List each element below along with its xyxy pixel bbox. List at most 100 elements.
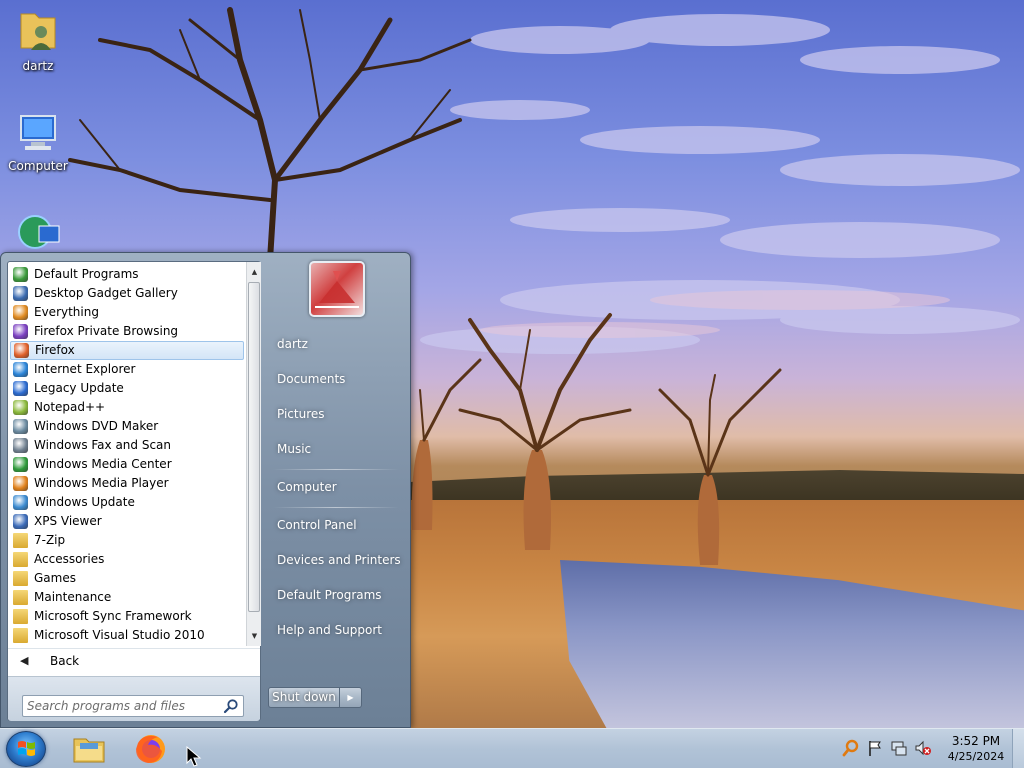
program-item[interactable]: Desktop Gadget Gallery — [8, 284, 246, 303]
program-item[interactable]: Microsoft Visual Studio 2010 — [8, 626, 246, 645]
user-account-picture[interactable] — [309, 261, 365, 317]
start-button[interactable] — [6, 731, 46, 767]
program-item[interactable]: Default Programs — [8, 265, 246, 284]
back-button[interactable]: ◀ Back — [8, 648, 260, 674]
program-item[interactable]: 7-Zip — [8, 531, 246, 550]
program-item[interactable]: Windows DVD Maker — [8, 417, 246, 436]
menu-separator — [273, 469, 399, 470]
program-item-label: Windows DVD Maker — [34, 419, 159, 433]
media-center-icon — [13, 457, 28, 472]
program-item-label: Games — [34, 571, 76, 585]
start-link-item[interactable]: Computer — [269, 474, 403, 500]
program-item-label: Microsoft Sync Framework — [34, 609, 192, 623]
internet-explorer-icon — [13, 362, 28, 377]
program-item[interactable]: Firefox Private Browsing — [8, 322, 246, 341]
menu-separator — [273, 507, 399, 508]
program-item-label: Windows Media Center — [34, 457, 172, 471]
start-link-item[interactable]: Music — [269, 436, 403, 462]
program-item-label: Internet Explorer — [34, 362, 136, 376]
scroll-down-arrow[interactable]: ▼ — [247, 628, 262, 644]
program-item-label: Notepad++ — [34, 400, 106, 414]
program-item-label: 7-Zip — [34, 533, 66, 547]
program-item-label: Microsoft Visual Studio 2010 — [34, 628, 205, 642]
folder-icon — [13, 609, 28, 624]
everything-search-tray-icon[interactable] — [842, 739, 860, 757]
search-area — [8, 676, 260, 721]
program-item[interactable]: Everything — [8, 303, 246, 322]
start-link-item[interactable]: Devices and Printers — [269, 547, 403, 573]
program-list-pane: Default Programs Desktop Gadget Gallery Ev… — [7, 261, 261, 721]
gadget-gallery-icon — [13, 286, 28, 301]
network-icon — [18, 215, 60, 249]
search-box[interactable] — [22, 695, 244, 717]
program-item[interactable]: Microsoft Sync Framework — [8, 607, 246, 626]
program-item[interactable]: Windows Media Center — [8, 455, 246, 474]
program-item-label: Firefox — [35, 343, 75, 357]
program-item[interactable]: Internet Explorer — [8, 360, 246, 379]
program-item[interactable]: Windows Update — [8, 493, 246, 512]
program-item-label: Maintenance — [34, 590, 112, 604]
program-item[interactable]: Games — [8, 569, 246, 588]
desktop-icon-network[interactable] — [0, 212, 76, 257]
dvd-maker-icon — [13, 419, 28, 434]
clock-time[interactable]: 3:52 PM — [948, 734, 1004, 748]
program-list-scrollbar[interactable]: ▲ ▼ — [246, 262, 261, 646]
program-item-label: Firefox Private Browsing — [34, 324, 179, 338]
start-link-item[interactable]: Default Programs — [269, 582, 403, 608]
mouse-cursor-icon — [186, 746, 202, 767]
start-link-item[interactable]: Pictures — [269, 401, 403, 427]
program-list: Default Programs Desktop Gadget Gallery Ev… — [8, 262, 246, 646]
desktop-icon-label: Computer — [8, 159, 68, 173]
windows-update-icon — [13, 495, 28, 510]
folder-icon — [13, 533, 28, 548]
start-link-item[interactable]: Documents — [269, 366, 403, 392]
program-item-label: Default Programs — [34, 267, 139, 281]
program-item[interactable]: Firefox — [10, 341, 244, 360]
program-item[interactable]: Maintenance — [8, 588, 246, 607]
folder-icon — [13, 552, 28, 567]
program-item-label: Legacy Update — [34, 381, 124, 395]
program-item-label: Desktop Gadget Gallery — [34, 286, 178, 300]
action-center-flag-icon[interactable] — [866, 739, 884, 757]
program-item[interactable]: Windows Fax and Scan — [8, 436, 246, 455]
program-item-label: XPS Viewer — [34, 514, 102, 528]
xps-viewer-icon — [13, 514, 28, 529]
legacy-update-icon — [13, 381, 28, 396]
file-explorer-icon — [73, 738, 105, 763]
shutdown-options-arrow[interactable]: ▶ — [340, 687, 362, 708]
user-folder-icon — [20, 13, 56, 50]
fax-scan-icon — [13, 438, 28, 453]
search-input[interactable] — [27, 698, 217, 714]
program-item[interactable]: Accessories — [8, 550, 246, 569]
taskbar: 3:52 PM 4/25/2024 — [0, 728, 1024, 768]
volume-muted-icon[interactable] — [914, 739, 932, 757]
show-desktop-button[interactable] — [1012, 729, 1024, 768]
program-item[interactable]: Notepad++ — [8, 398, 246, 417]
start-link-item[interactable]: Control Panel — [269, 512, 403, 538]
desktop-icon-computer[interactable]: Computer — [0, 112, 76, 173]
folder-icon — [13, 571, 28, 586]
scroll-up-arrow[interactable]: ▲ — [247, 264, 262, 280]
firefox-icon — [136, 735, 165, 763]
scroll-thumb[interactable] — [248, 282, 260, 612]
taskbar-firefox[interactable] — [124, 731, 178, 767]
shutdown-button[interactable]: Shut down — [268, 687, 340, 708]
default-programs-icon — [13, 267, 28, 282]
taskbar-file-explorer[interactable] — [62, 731, 116, 767]
program-item-label: Accessories — [34, 552, 105, 566]
search-icon[interactable] — [223, 698, 239, 714]
windows-logo-icon — [18, 741, 35, 756]
program-item[interactable]: Legacy Update — [8, 379, 246, 398]
start-link-item[interactable]: Help and Support — [269, 617, 403, 643]
network-tray-icon[interactable] — [890, 739, 908, 757]
start-link-item[interactable]: dartz — [269, 331, 403, 357]
program-item[interactable]: Windows Media Player — [8, 474, 246, 493]
program-item[interactable]: XPS Viewer — [8, 512, 246, 531]
firefox-icon — [14, 343, 29, 358]
folder-icon — [13, 590, 28, 605]
program-item-label: Everything — [34, 305, 99, 319]
clock-date[interactable]: 4/25/2024 — [944, 750, 1008, 763]
desktop-icon-label: dartz — [22, 59, 54, 73]
desktop-icon-user-folder[interactable]: dartz — [0, 6, 76, 73]
back-arrow-icon: ◀ — [20, 654, 29, 667]
